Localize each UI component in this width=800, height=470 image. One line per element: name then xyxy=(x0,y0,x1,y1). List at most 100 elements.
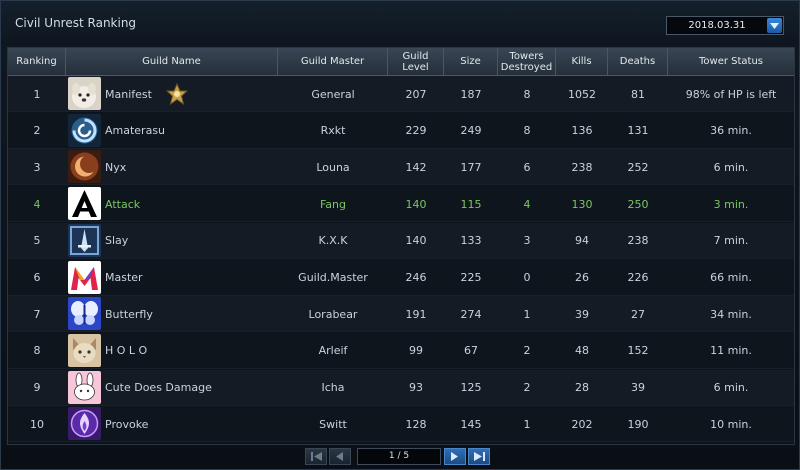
table-row[interactable]: 4 Fang 140 115 4 130 250 3 min. Attack xyxy=(8,186,794,223)
cell-size: 225 xyxy=(460,271,482,284)
cell-deaths: 226 xyxy=(627,271,649,284)
cell-guild-level: 99 xyxy=(409,344,423,358)
cell-guild-master: Icha xyxy=(321,381,345,395)
cell-ranking: 5 xyxy=(33,234,41,248)
header-towers-line2: Destroyed xyxy=(500,61,553,73)
cell-towers-destroyed: 3 xyxy=(523,234,531,248)
cell-size: 187 xyxy=(460,87,482,101)
cell-ranking: 1 xyxy=(33,87,41,101)
cell-kills: 130 xyxy=(571,197,593,211)
cell-tower-status: 36 min. xyxy=(710,124,752,138)
cell-towers-destroyed: 6 xyxy=(523,160,531,174)
cell-deaths: 39 xyxy=(631,381,645,395)
cell-guild-name: Slay xyxy=(105,234,129,248)
cell-ranking: 7 xyxy=(33,307,41,321)
table-row[interactable]: 1 General 207 187 8 1052 81 98% of HP is left Ma… xyxy=(8,76,794,112)
sword-crest-icon xyxy=(68,223,101,257)
cat-icon xyxy=(68,333,101,367)
date-dropdown[interactable]: 2018.03.31 xyxy=(666,16,784,35)
table-row[interactable]: 5 K.X.K 140 133 3 94 238 7 min. Slay xyxy=(8,222,794,259)
cell-tower-status: 3 min. xyxy=(713,197,749,211)
cell-guild-name: H O L O xyxy=(105,344,148,358)
cell-tower-status: 10 min. xyxy=(710,417,752,431)
table-row[interactable]: 7 Lorabear 191 274 1 39 27 34 min. Butterfly xyxy=(8,296,794,333)
table-row[interactable]: 2 Rxkt 229 249 8 136 131 36 min. Amaterasu xyxy=(8,112,794,149)
table-row[interactable]: 9 Icha 93 125 2 28 39 6 min. Cute Does Damage xyxy=(8,369,794,406)
last-page-button[interactable] xyxy=(468,448,490,465)
cell-guild-master: General xyxy=(311,87,355,101)
cell-towers-destroyed: 4 xyxy=(523,197,531,211)
cell-ranking: 8 xyxy=(33,344,41,358)
cell-towers-destroyed: 8 xyxy=(523,124,531,138)
cell-kills: 136 xyxy=(571,124,593,138)
cell-ranking: 9 xyxy=(33,381,41,395)
top-rank-crest-icon xyxy=(165,82,189,109)
cell-guild-name: Butterfly xyxy=(105,307,153,321)
cell-guild-level: 128 xyxy=(405,417,427,431)
cell-tower-status: 11 min. xyxy=(710,344,752,358)
table-row[interactable]: 8 Arleif 99 67 2 48 152 11 min. H O L O xyxy=(8,332,794,369)
dog-icon xyxy=(68,77,101,110)
cell-deaths: 252 xyxy=(627,160,649,174)
chevron-down-icon[interactable] xyxy=(767,18,782,33)
table-row[interactable]: 6 Guild.Master 246 225 0 26 226 66 min. Master xyxy=(8,259,794,296)
cell-guild-level: 140 xyxy=(405,197,427,211)
table-header: Ranking Guild Name Guild Master Guild Le… xyxy=(8,48,794,76)
cell-guild-level: 246 xyxy=(405,271,427,284)
cell-deaths: 81 xyxy=(631,87,645,101)
cell-kills: 202 xyxy=(571,417,593,431)
header-guild-master[interactable]: Guild Master xyxy=(278,48,388,75)
butterfly-icon xyxy=(68,297,101,331)
date-dropdown-value: 2018.03.31 xyxy=(688,20,746,31)
ranking-table: Ranking Guild Name Guild Master Guild Le… xyxy=(7,47,795,445)
cell-deaths: 250 xyxy=(627,197,649,211)
cell-size: 67 xyxy=(464,344,478,358)
header-deaths[interactable]: Deaths xyxy=(608,48,668,75)
cell-deaths: 190 xyxy=(627,417,649,431)
cell-kills: 39 xyxy=(575,307,589,321)
header-tower-status[interactable]: Tower Status xyxy=(668,48,794,75)
header-guild-level[interactable]: Guild Level xyxy=(388,48,444,75)
cell-kills: 28 xyxy=(575,381,589,395)
title-bar: Civil Unrest Ranking 2018.03.31 xyxy=(1,1,799,45)
cell-guild-name: Amaterasu xyxy=(105,124,166,138)
crescent-moon-icon xyxy=(68,150,101,184)
cell-guild-level: 93 xyxy=(409,381,423,395)
cell-guild-master: Louna xyxy=(316,160,350,174)
cell-ranking: 4 xyxy=(33,197,41,211)
pagination: 1 / 5 xyxy=(1,445,799,469)
cell-size: 249 xyxy=(460,124,482,138)
first-page-button[interactable] xyxy=(305,448,327,465)
header-size[interactable]: Size xyxy=(444,48,498,75)
cell-guild-level: 207 xyxy=(405,87,427,101)
table-row[interactable]: 10 Switt 128 145 1 202 190 10 min. Provoke xyxy=(8,406,794,443)
cell-towers-destroyed: 1 xyxy=(523,417,531,431)
cell-guild-level: 191 xyxy=(405,307,427,321)
cell-tower-status: 66 min. xyxy=(710,271,752,284)
next-page-button[interactable] xyxy=(444,448,466,465)
cell-guild-master: Switt xyxy=(319,417,347,431)
cell-tower-status: 6 min. xyxy=(713,160,749,174)
cell-size: 145 xyxy=(460,417,482,431)
header-towers-line1: Towers xyxy=(509,50,544,62)
page-indicator: 1 / 5 xyxy=(357,448,441,465)
cell-ranking: 2 xyxy=(33,124,41,138)
cell-ranking: 6 xyxy=(33,271,41,284)
table-row[interactable]: 3 Louna 142 177 6 238 252 6 min. Nyx xyxy=(8,149,794,186)
cell-ranking: 10 xyxy=(30,417,44,431)
cell-towers-destroyed: 2 xyxy=(523,344,531,358)
cell-guild-master: Rxkt xyxy=(320,124,346,138)
header-guild-name[interactable]: Guild Name xyxy=(66,48,278,75)
window-title: Civil Unrest Ranking xyxy=(15,16,137,30)
cell-deaths: 27 xyxy=(631,307,645,321)
header-ranking[interactable]: Ranking xyxy=(8,48,66,75)
cell-towers-destroyed: 1 xyxy=(523,307,531,321)
cell-size: 133 xyxy=(460,234,482,248)
cell-guild-master: Lorabear xyxy=(308,307,358,321)
cell-guild-name: Nyx xyxy=(105,160,127,174)
header-towers-destroyed[interactable]: Towers Destroyed xyxy=(498,48,556,75)
prev-page-button[interactable] xyxy=(329,448,351,465)
header-kills[interactable]: Kills xyxy=(556,48,608,75)
cell-kills: 94 xyxy=(575,234,589,248)
cell-size: 274 xyxy=(460,307,482,321)
